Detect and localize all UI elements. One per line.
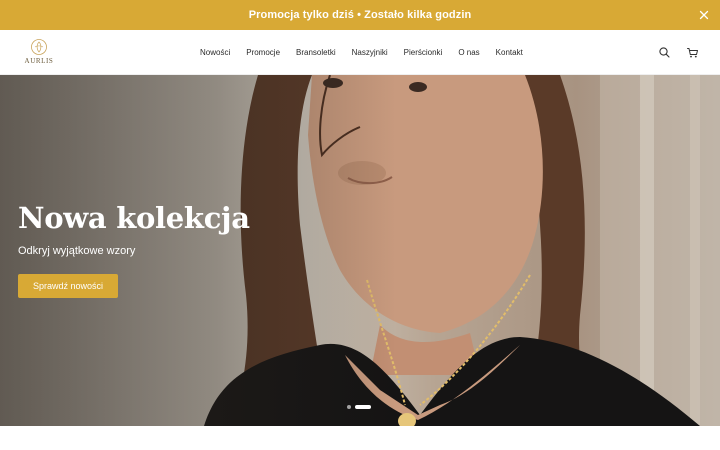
- nav-item-bransoletki[interactable]: Bransoletki: [296, 48, 336, 57]
- nav-item-o-nas[interactable]: O nas: [458, 48, 479, 57]
- close-icon[interactable]: [697, 8, 711, 22]
- hero-subtitle: Odkryj wyjątkowe wzory: [18, 245, 136, 257]
- hero-banner: Nowa kolekcja Odkryj wyjątkowe wzory Spr…: [0, 75, 720, 426]
- site-header: AURLIS Nowości Promocje Bransoletki Nasz…: [0, 30, 720, 75]
- promo-text: Promocja tylko dziś • Zostało kilka godz…: [248, 9, 472, 21]
- logo-text: AURLIS: [24, 57, 54, 65]
- slider-dot-active[interactable]: [355, 405, 371, 409]
- promo-bar: Promocja tylko dziś • Zostało kilka godz…: [0, 0, 720, 30]
- slider-dot[interactable]: [347, 405, 351, 409]
- main-nav: Nowości Promocje Bransoletki Naszyjniki …: [200, 30, 523, 75]
- nav-item-kontakt[interactable]: Kontakt: [496, 48, 523, 57]
- slider-pagination: [347, 405, 371, 409]
- hero-title: Nowa kolekcja: [18, 201, 250, 235]
- logo[interactable]: AURLIS: [22, 38, 56, 68]
- search-icon[interactable]: [658, 46, 671, 59]
- nav-item-pierscionki[interactable]: Pierścionki: [404, 48, 443, 57]
- shop-new-button[interactable]: Sprawdź nowości: [18, 274, 118, 298]
- logo-emblem-icon: [31, 39, 47, 55]
- nav-item-promocje[interactable]: Promocje: [246, 48, 280, 57]
- nav-item-naszyjniki[interactable]: Naszyjniki: [352, 48, 388, 57]
- cart-icon[interactable]: [686, 46, 699, 59]
- nav-item-nowosci[interactable]: Nowości: [200, 48, 230, 57]
